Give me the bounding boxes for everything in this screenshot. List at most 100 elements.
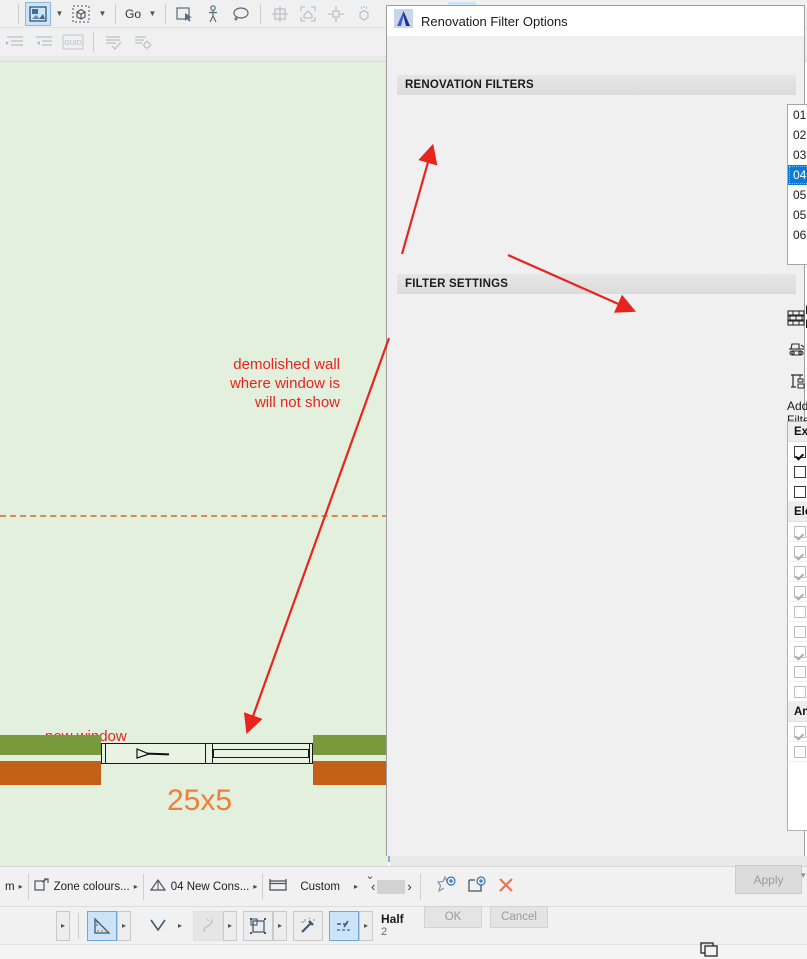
guid-icon[interactable]: GUID (60, 30, 86, 54)
grid-snap-icon[interactable] (267, 2, 293, 26)
option-row[interactable]: Do not Intersect (788, 482, 807, 502)
option-row: Hide Opening Dimension Marker (788, 522, 807, 542)
demolished-wall-dashed-line (0, 515, 388, 517)
quickbar-tools (421, 875, 515, 897)
filter-list-item[interactable]: 0501 Planned Demolished Hidden (788, 205, 807, 225)
render-window-icon[interactable] (25, 1, 51, 26)
dimension-label: 25x5 (167, 784, 233, 817)
quickbar-item-custom[interactable]: Custom ▸ (263, 867, 363, 907)
curve-dropdown-caret-icon[interactable]: ▸ (223, 910, 237, 941)
nav-scroll-thumb[interactable] (377, 879, 406, 894)
quickbar-truncated-label: m (5, 880, 15, 893)
option-row: Opening Infill Contours as Demolished (788, 682, 807, 702)
quickbar-item-zone-colours[interactable]: Zone colours... ▸ (29, 867, 143, 907)
renovation-filters-heading: RENOVATION FILTERS (397, 75, 796, 95)
angle-icon[interactable] (143, 911, 173, 941)
toolbar-divider-4 (260, 3, 262, 24)
3d-box-icon[interactable] (68, 2, 94, 26)
go-dropdown-caret-icon[interactable]: ▼ (146, 2, 159, 26)
indent-left-icon[interactable] (31, 30, 57, 54)
option-row: Hide Objects (788, 582, 807, 602)
additional-options-panel[interactable]: Existing Elements Hide Opening Dimension… (787, 421, 807, 831)
indent-right-icon[interactable] (2, 30, 28, 54)
window-mullion-1 (205, 743, 206, 764)
renovation-filters-list[interactable]: 01 Existing Plan 02 Demolition Plan 03 A… (787, 104, 807, 265)
filter-list-item[interactable]: 05 Planned Status (788, 185, 807, 205)
filter-list-item-selected[interactable]: 04 New Construction (788, 165, 807, 185)
setting-row-existing-elements: Existing Elements: (787, 303, 807, 331)
pen-dropdown-caret-icon[interactable]: ▸ (359, 910, 373, 941)
wall-demolished-left[interactable] (0, 761, 101, 785)
explode-3d-icon[interactable] (351, 2, 377, 26)
infobar-expand-caret-icon[interactable]: ▸ (56, 910, 70, 941)
nav-next-icon[interactable]: › (407, 879, 411, 894)
checkbox-hide-door-window-skylight (794, 545, 806, 558)
magic-curve-icon[interactable] (193, 910, 223, 941)
render-dropdown-caret-icon[interactable]: ▼ (53, 2, 66, 26)
drawing-canvas[interactable]: demolished wall where window is will not… (0, 62, 388, 862)
option-row: Solid Cut Fill (788, 602, 807, 622)
option-row: Hide Zone (788, 562, 807, 582)
option-row: Do not Intersect (788, 642, 807, 662)
layout-box-icon (268, 877, 288, 896)
orbit-icon[interactable] (228, 2, 254, 26)
scale-indicator[interactable]: Half 2 (373, 912, 404, 939)
ruler-dropdown-caret-icon[interactable]: ▸ (117, 910, 131, 941)
checkbox-hide-opening-dimension-marker-existing[interactable] (794, 445, 806, 458)
option-row[interactable]: Solid Cut Fill (788, 462, 807, 482)
wall-demolished-right[interactable] (313, 761, 388, 785)
option-row: Do not Override Dimensions/Texts/Labels (788, 722, 807, 742)
apply-button[interactable]: Apply (735, 865, 802, 894)
3d-dropdown-caret-icon[interactable]: ▼ (96, 2, 109, 26)
filter-list-item[interactable]: 06 Show All Elements (788, 225, 807, 245)
new-layout-icon[interactable] (467, 876, 487, 897)
filter-list-item[interactable]: 01 Existing Plan (788, 105, 807, 125)
option-row: Do not Override Drafting Fills/Lines (788, 742, 807, 762)
ok-button[interactable]: OK (424, 906, 482, 928)
wall-existing-right[interactable] (313, 735, 388, 755)
renovation-house-icon (149, 877, 167, 896)
toolbar-divider (18, 3, 19, 24)
dialog-title: Renovation Filter Options (421, 13, 568, 29)
new-marker-icon[interactable] (436, 875, 457, 897)
camera-target-icon[interactable] (323, 2, 349, 26)
toolbar-divider-2 (115, 3, 116, 24)
cancel-button[interactable]: Cancel (490, 906, 548, 928)
checkbox-solid-cut-fill-existing[interactable] (794, 465, 806, 478)
checkbox-hide-objects (794, 585, 806, 598)
info-bar: ▸ ▸ ▸ ▸ ▸ ▸ Half 2 (0, 906, 807, 944)
quickbar-truncated-item[interactable]: m ▸ (0, 867, 28, 907)
group-dropdown-caret-icon[interactable]: ▸ (273, 910, 287, 941)
list-settings-icon[interactable] (130, 30, 156, 54)
filter-list-item[interactable]: 02 Demolition Plan (788, 125, 807, 145)
triangle-ruler-icon[interactable] (87, 910, 117, 941)
marquee-select-icon[interactable] (172, 2, 198, 26)
window-stack-icon[interactable] (700, 942, 718, 959)
quickbar-caret-icon-2[interactable]: ▸ (253, 882, 257, 891)
dashed-pen-icon[interactable] (329, 910, 359, 941)
quickbar-caret-icon-1[interactable]: ▸ (134, 882, 138, 891)
quickbar-caret-icon-3[interactable]: ▸ (344, 882, 358, 891)
quickbar-item-renovation-filter[interactable]: 04 New Cons... ▸ (144, 867, 263, 907)
home-view-icon[interactable] (295, 2, 321, 26)
checkbox-mark-openings-with-x-symbol (794, 665, 806, 678)
checkbox-do-not-intersect-existing[interactable] (794, 485, 806, 498)
delete-x-icon[interactable] (497, 876, 515, 897)
setting-row-new-elements: New Elements: (787, 367, 807, 395)
checkbox-do-not-override-drafting-fills-lines (794, 745, 806, 758)
angle-dropdown-caret-icon[interactable]: ▸ (173, 911, 187, 941)
filter-list-item[interactable]: 03 After Demolition (788, 145, 807, 165)
quickbar-label-custom: Custom (300, 880, 340, 893)
option-row[interactable]: Hide Opening Dimension Marker (788, 442, 807, 462)
group-icon[interactable] (243, 910, 273, 941)
apply-dropdown-caret-icon[interactable]: ▾ (801, 870, 806, 881)
walkthrough-figure-icon[interactable] (200, 2, 226, 26)
magic-wand-icon[interactable] (293, 910, 323, 941)
wall-existing-left[interactable] (0, 735, 101, 755)
bulldozer-icon (787, 341, 807, 358)
quick-options-bar: m ▸ Zone colours... ▸ 04 New Cons... ▸ C… (0, 866, 807, 906)
canvas-scroll-chevron-icon[interactable]: ⌄ (360, 866, 380, 884)
quickbar-caret-icon-0[interactable]: ▸ (19, 882, 23, 891)
list-check-icon[interactable] (101, 30, 127, 54)
filter-settings-heading: FILTER SETTINGS (397, 274, 796, 294)
